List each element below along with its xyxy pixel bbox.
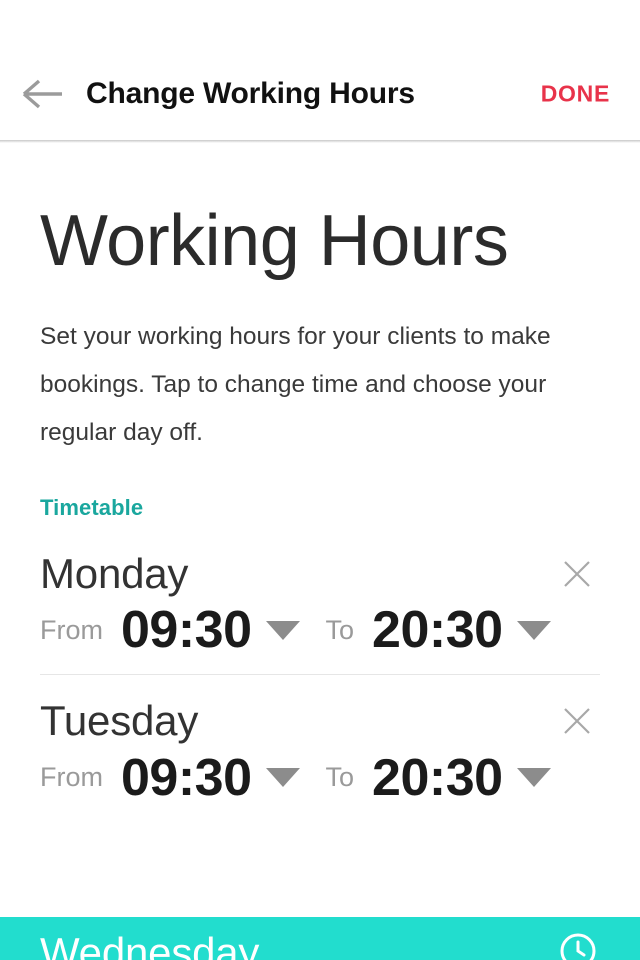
close-icon[interactable] [556,700,598,742]
table-row-highlighted[interactable]: Wednesday [0,917,640,960]
working-hours-screen: Change Working Hours DONE Working Hours … [0,0,640,960]
back-button[interactable] [0,48,86,140]
to-time-value[interactable]: 20:30 [372,604,503,656]
page-title: Change Working Hours [86,77,415,110]
clock-restore-icon[interactable] [558,931,598,960]
section-label-timetable: Timetable [40,495,144,520]
content-area: Working Hours Set your working hours for… [0,205,640,822]
timetable-list: Monday From 09:30 To 20:30 Tuesday From … [40,543,600,822]
table-row[interactable]: Monday From 09:30 To 20:30 [40,543,600,674]
day-name: Monday [40,550,189,597]
day-time-range: From 09:30 To 20:30 [40,752,600,804]
from-time-value[interactable]: 09:30 [121,604,252,656]
status-bar [0,0,640,48]
table-row[interactable]: Tuesday From 09:30 To 20:30 [40,674,600,821]
app-bar: Change Working Hours DONE [0,48,640,140]
day-row-header: Monday [40,550,600,598]
done-button[interactable]: DONE [537,75,614,114]
day-time-range: From 09:30 To 20:30 [40,604,600,656]
day-row-header: Tuesday [40,697,600,745]
to-label: To [325,762,355,793]
arrow-left-icon [21,77,65,111]
caret-down-icon[interactable] [265,620,300,640]
day-name: Wednesday [40,929,260,960]
from-time-value[interactable]: 09:30 [121,752,252,804]
caret-down-icon[interactable] [516,620,551,640]
day-name: Tuesday [40,697,199,745]
to-label: To [325,614,355,645]
from-label: From [40,614,103,645]
app-bar-divider [0,140,640,143]
close-icon[interactable] [556,553,598,595]
to-time-value[interactable]: 20:30 [372,752,503,804]
page-heading: Working Hours [40,201,509,281]
caret-down-icon[interactable] [265,768,300,788]
from-label: From [40,762,103,793]
page-description: Set your working hours for your clients … [40,323,551,446]
caret-down-icon[interactable] [516,768,551,788]
